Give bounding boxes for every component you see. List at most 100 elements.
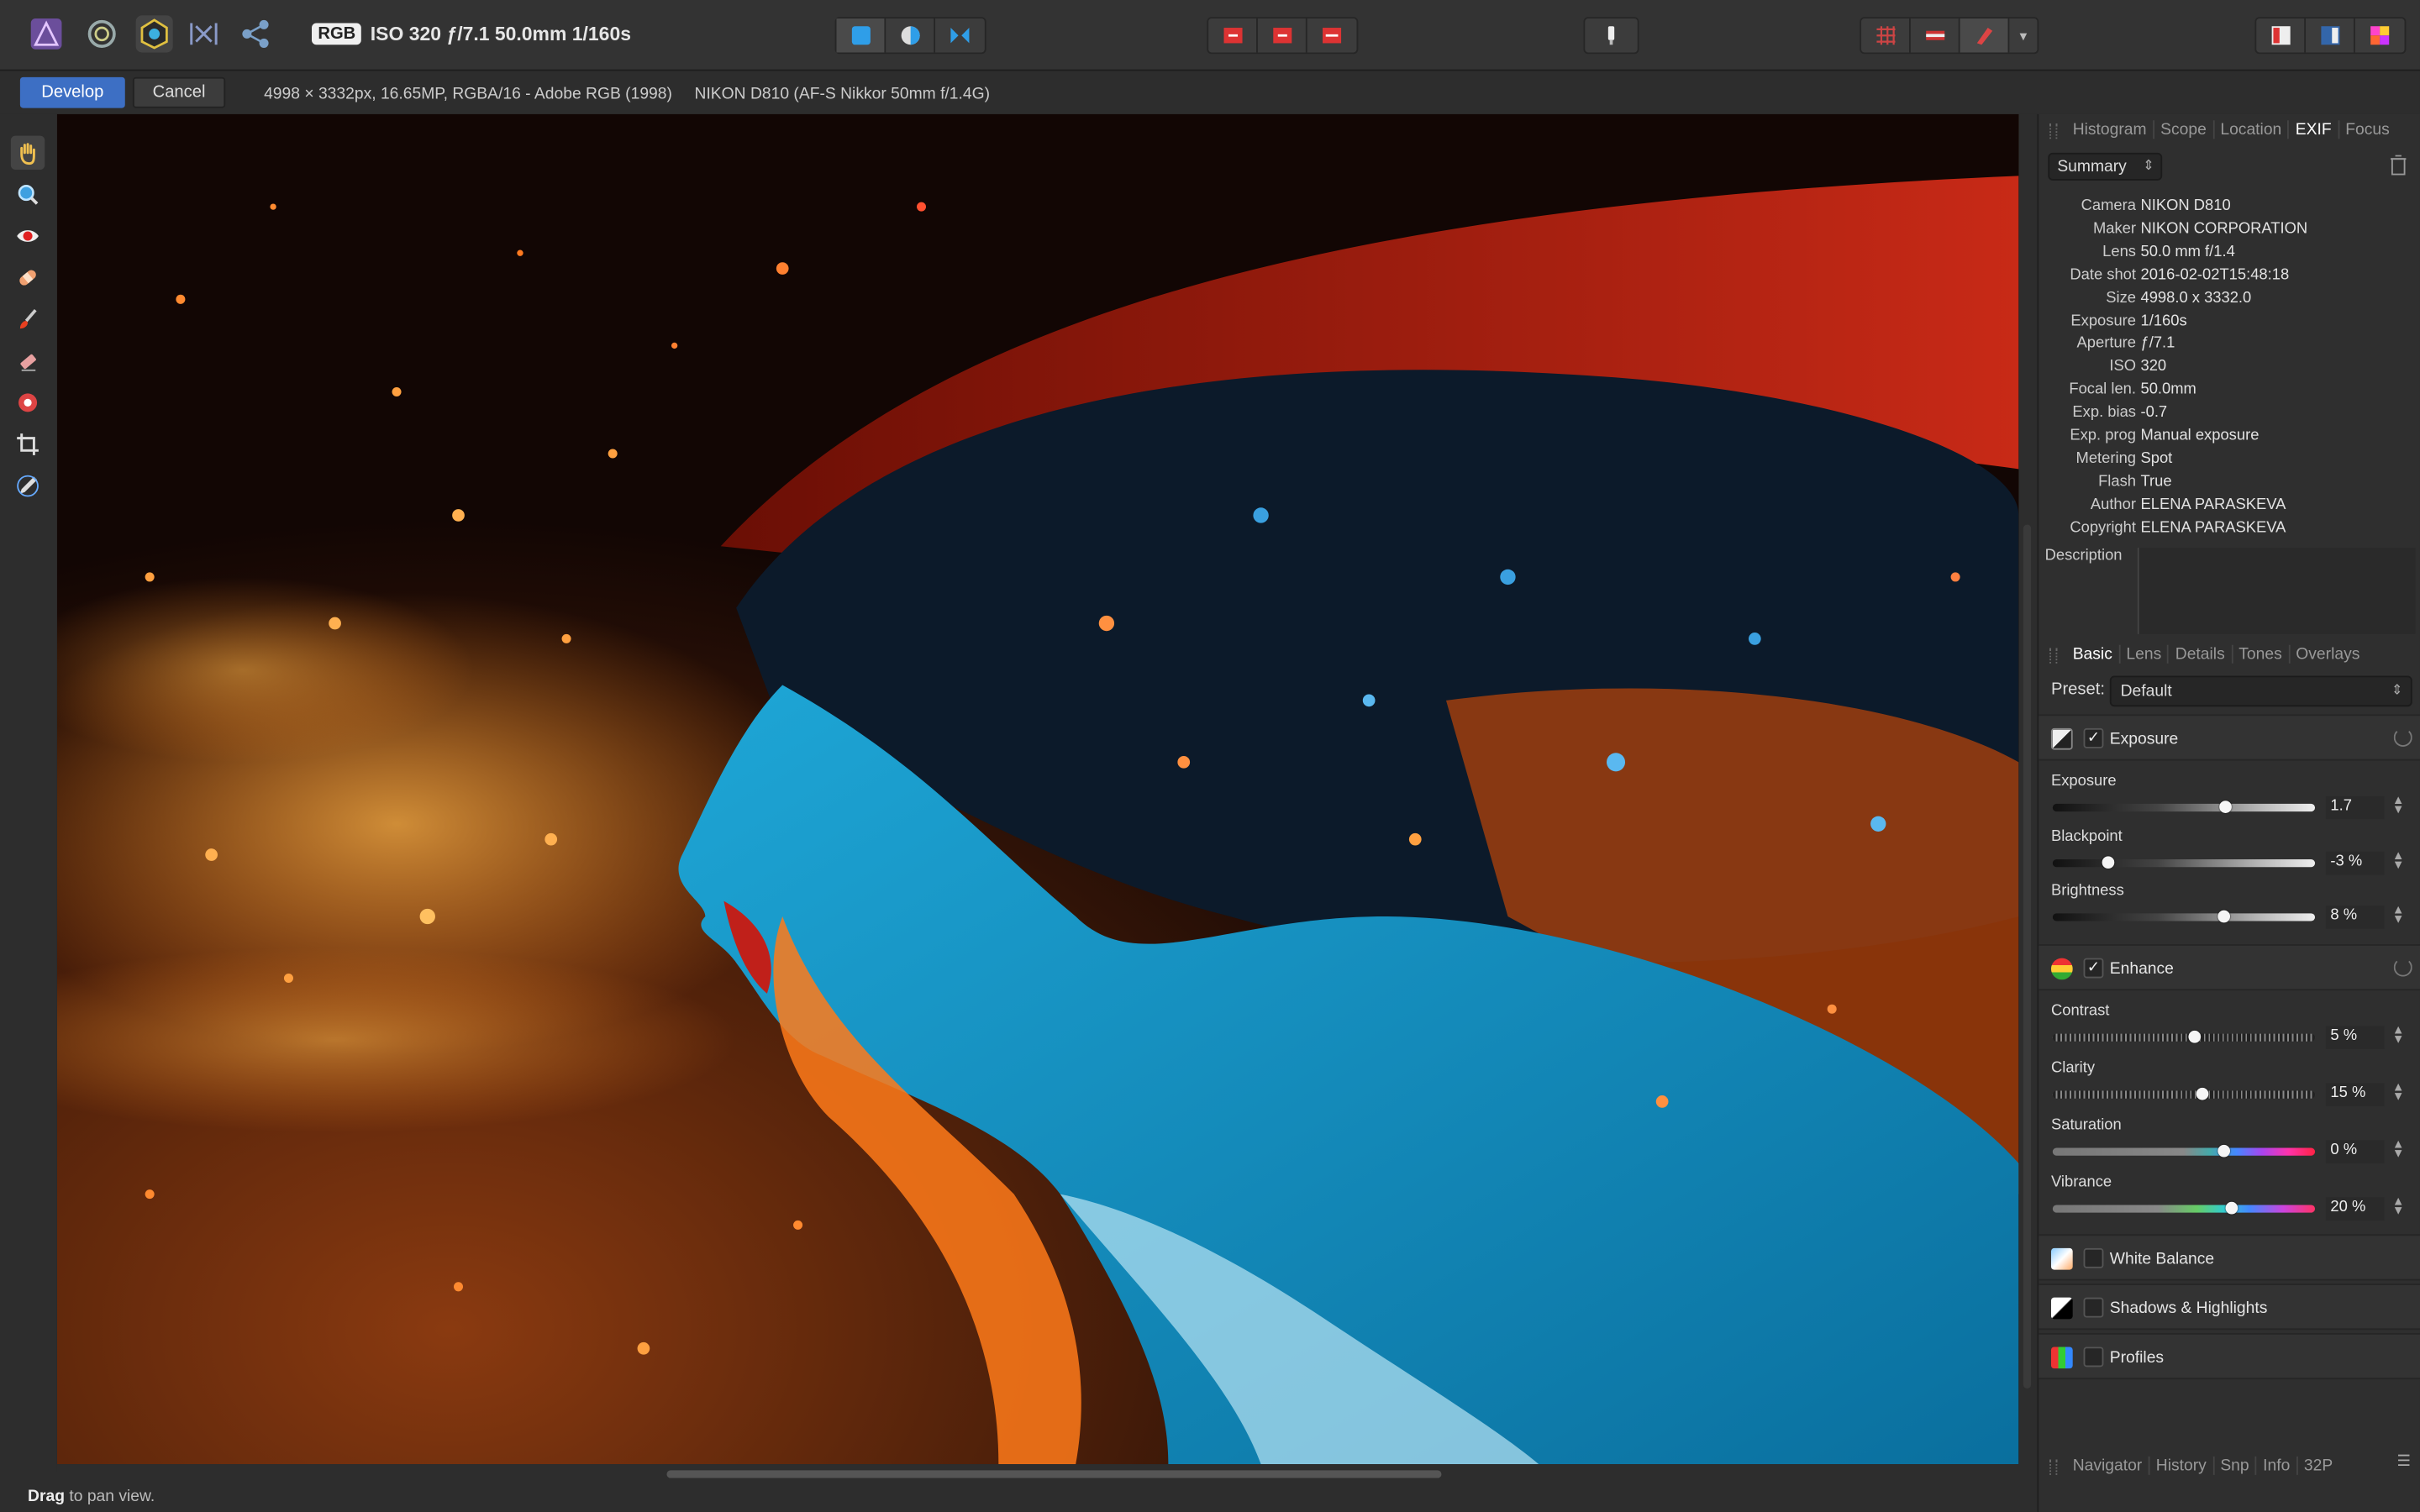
tab-details[interactable]: Details bbox=[2169, 644, 2233, 664]
exif-value: 320 bbox=[2140, 358, 2167, 375]
shadows-highlights-checkbox[interactable] bbox=[2083, 1297, 2104, 1318]
tab-focus[interactable]: Focus bbox=[2339, 120, 2396, 139]
blackpoint-slider[interactable] bbox=[2052, 856, 2316, 869]
contrast-slider-thumb[interactable] bbox=[2188, 1030, 2201, 1043]
grid-icon bbox=[1876, 26, 1895, 45]
liquify-persona-icon[interactable] bbox=[83, 15, 120, 52]
tab-snapshots[interactable]: Snp bbox=[2214, 1456, 2257, 1475]
tab-overlays[interactable]: Overlays bbox=[2290, 645, 2366, 664]
tab-exif[interactable]: EXIF bbox=[2289, 120, 2339, 139]
profiles-checkbox[interactable] bbox=[2083, 1347, 2104, 1368]
white-balance-checkbox[interactable] bbox=[2083, 1247, 2104, 1268]
vibrance-stepper[interactable]: ▲ ▼ bbox=[2392, 1195, 2405, 1217]
split-view-button[interactable] bbox=[886, 18, 936, 53]
enhance-checkbox[interactable]: ✓ bbox=[2083, 958, 2104, 979]
exposure-slider[interactable] bbox=[2052, 801, 2316, 813]
saturation-slider-thumb[interactable] bbox=[2217, 1144, 2230, 1158]
tab-basic[interactable]: Basic bbox=[2066, 644, 2121, 664]
shadows-highlights-section-header[interactable]: Shadows & Highlights bbox=[2039, 1284, 2420, 1331]
clarity-slider[interactable] bbox=[2052, 1087, 2316, 1100]
tone-mapping-persona-icon[interactable] bbox=[185, 15, 222, 52]
clarity-slider-thumb[interactable] bbox=[2196, 1087, 2209, 1100]
shadows-clipping-button[interactable] bbox=[1208, 18, 1258, 53]
clarity-value-field[interactable]: 15 % bbox=[2325, 1083, 2385, 1106]
toggle-right-studio-button[interactable] bbox=[2306, 18, 2355, 53]
gradient-overlay-button[interactable] bbox=[1911, 18, 1960, 53]
menu-icon[interactable]: ☰ bbox=[2396, 1453, 2410, 1470]
develop-button[interactable]: Develop bbox=[19, 76, 125, 108]
blackpoint-stepper[interactable]: ▲ ▼ bbox=[2392, 849, 2405, 871]
tab-histogram[interactable]: Histogram bbox=[2066, 120, 2154, 139]
exposure-section-header[interactable]: ✓ Exposure bbox=[2039, 714, 2420, 761]
vibrance-value-field[interactable]: 20 % bbox=[2325, 1197, 2385, 1221]
red-eye-tool[interactable] bbox=[11, 219, 45, 253]
exif-view-select[interactable]: Summary bbox=[2048, 152, 2163, 181]
overlay-gradient-tool[interactable] bbox=[11, 386, 45, 419]
tab-navigator[interactable]: Navigator bbox=[2066, 1456, 2150, 1475]
brightness-slider-thumb[interactable] bbox=[2217, 910, 2230, 923]
blackpoint-value-field[interactable]: -3 % bbox=[2325, 851, 2385, 875]
tab-32p[interactable]: 32P bbox=[2298, 1457, 2339, 1475]
mirror-view-button[interactable] bbox=[935, 18, 985, 52]
exposure-stepper[interactable]: ▲ ▼ bbox=[2392, 794, 2405, 816]
white-balance-section-header[interactable]: White Balance bbox=[2039, 1234, 2420, 1281]
brightness-value-field[interactable]: 8 % bbox=[2325, 906, 2385, 929]
tool-options-group bbox=[1583, 17, 1639, 55]
export-persona-icon[interactable] bbox=[238, 15, 275, 52]
trash-icon[interactable] bbox=[2389, 155, 2407, 176]
preset-select[interactable]: Default bbox=[2109, 675, 2412, 707]
saturation-slider[interactable] bbox=[2052, 1144, 2316, 1158]
photo-persona-icon[interactable] bbox=[28, 15, 65, 52]
brush-icon bbox=[1607, 26, 1615, 45]
blackpoint-slider-thumb[interactable] bbox=[2102, 856, 2114, 869]
white-balance-tool[interactable] bbox=[11, 469, 45, 502]
overlay-dropdown[interactable]: ▼ bbox=[2009, 18, 2037, 52]
zoom-tool[interactable] bbox=[11, 177, 45, 211]
brightness-slider[interactable] bbox=[2052, 910, 2316, 923]
tab-scope[interactable]: Scope bbox=[2154, 120, 2215, 139]
brightness-stepper[interactable]: ▲ ▼ bbox=[2392, 903, 2405, 925]
vibrance-slider-thumb[interactable] bbox=[2224, 1201, 2238, 1215]
contrast-stepper[interactable]: ▲ ▼ bbox=[2392, 1024, 2405, 1046]
saturation-stepper[interactable]: ▲ ▼ bbox=[2392, 1138, 2405, 1160]
overlay-erase-tool[interactable] bbox=[11, 344, 45, 378]
saturation-value-field[interactable]: 0 % bbox=[2325, 1140, 2385, 1163]
hand-tool[interactable] bbox=[10, 135, 45, 171]
mask-overlay-button[interactable] bbox=[1960, 18, 2010, 53]
contrast-slider[interactable] bbox=[2052, 1030, 2316, 1043]
reset-icon[interactable] bbox=[2393, 958, 2412, 977]
mask-tool-button[interactable] bbox=[1585, 18, 1637, 52]
tab-info[interactable]: Info bbox=[2257, 1456, 2298, 1475]
tab-lens[interactable]: Lens bbox=[2120, 644, 2170, 664]
toggle-colors-button[interactable] bbox=[2355, 18, 2405, 52]
horizontal-scrollbar[interactable] bbox=[666, 1470, 1442, 1478]
single-view-button[interactable] bbox=[836, 18, 886, 53]
exposure-checkbox[interactable]: ✓ bbox=[2083, 727, 2104, 748]
tab-tones[interactable]: Tones bbox=[2233, 644, 2290, 664]
tones-clipping-button[interactable] bbox=[1307, 18, 1357, 52]
exposure-value-field[interactable]: 1.7 bbox=[2325, 795, 2385, 820]
blemish-tool[interactable] bbox=[11, 260, 45, 294]
eraser-icon bbox=[20, 354, 36, 371]
cancel-button[interactable]: Cancel bbox=[132, 76, 226, 108]
tab-location[interactable]: Location bbox=[2214, 120, 2290, 139]
contrast-value-field[interactable]: 5 % bbox=[2325, 1026, 2385, 1049]
clarity-stepper[interactable]: ▲ ▼ bbox=[2392, 1081, 2405, 1103]
photo-canvas[interactable] bbox=[56, 113, 2019, 1465]
enhance-section-header[interactable]: ✓ Enhance bbox=[2039, 944, 2420, 991]
reset-icon[interactable] bbox=[2393, 727, 2412, 747]
profiles-section-header[interactable]: Profiles bbox=[2039, 1332, 2420, 1380]
grid-overlay-button[interactable] bbox=[1861, 18, 1911, 53]
tab-history[interactable]: History bbox=[2149, 1456, 2214, 1475]
description-field[interactable] bbox=[2137, 548, 2416, 634]
crop-tool[interactable] bbox=[11, 428, 45, 461]
right-studio: Histogram Scope Location EXIF Focus Summ… bbox=[2037, 113, 2420, 1512]
vibrance-slider[interactable] bbox=[2052, 1201, 2316, 1215]
overlay-paint-tool[interactable] bbox=[11, 302, 45, 336]
exposure-slider-thumb[interactable] bbox=[2219, 801, 2233, 813]
zoom-icon bbox=[18, 185, 39, 205]
toggle-left-studio-button[interactable] bbox=[2256, 18, 2307, 53]
vertical-scrollbar[interactable] bbox=[2023, 524, 2032, 1389]
develop-persona-icon[interactable] bbox=[135, 15, 173, 53]
highlights-clipping-button[interactable] bbox=[1258, 18, 1307, 53]
